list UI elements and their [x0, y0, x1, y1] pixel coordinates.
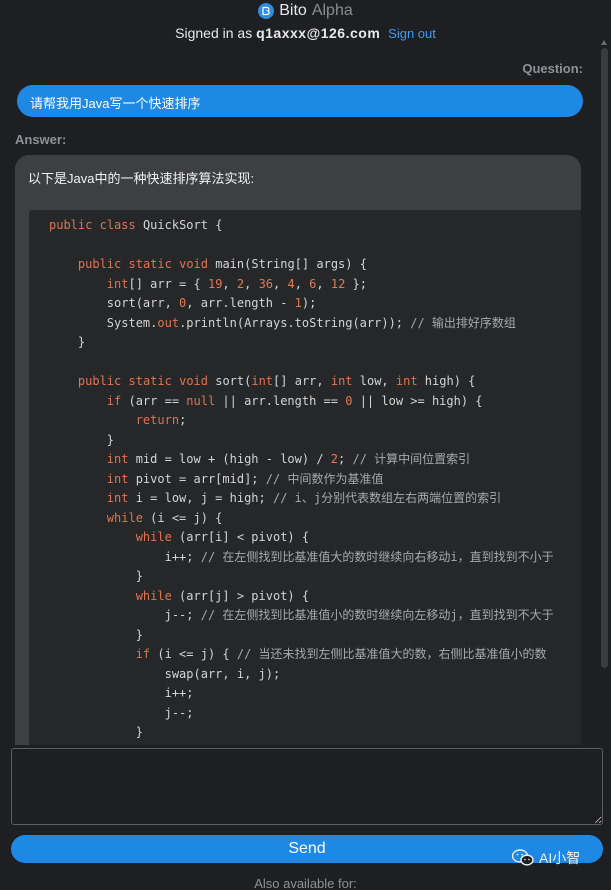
- sign-out-link[interactable]: Sign out: [388, 26, 436, 41]
- code-line: }: [49, 627, 143, 642]
- scrollbar-thumb[interactable]: [601, 48, 608, 668]
- question-label: Question:: [522, 61, 583, 76]
- brand: Bito Alpha: [0, 2, 611, 20]
- code-line: while (arr[i] < pivot) {: [135, 530, 310, 544]
- answer-panel: 以下是Java中的一种快速排序算法实现: public class QuickS…: [15, 155, 581, 745]
- code-line: sort(arr, 0, arr.length - 1);: [49, 296, 317, 310]
- bito-logo-icon: [258, 3, 275, 19]
- code-line: }: [49, 335, 86, 349]
- code-line: int[] arr = { 19, 2, 36, 4, 6, 12 };: [106, 276, 367, 291]
- code-line: swap(arr, i, j);: [49, 666, 281, 681]
- scrollbar[interactable]: [599, 40, 608, 740]
- code-line: i++;: [49, 686, 194, 700]
- code-line: System.out.println(Arrays.toString(arr))…: [49, 315, 516, 330]
- code-line: }: [49, 432, 115, 447]
- header: Bito Alpha Signed in as q1axxx@126.com S…: [0, 0, 611, 50]
- signed-in-line: Signed in as q1axxx@126.com Sign out: [0, 25, 611, 41]
- code-line: while (arr[j] > pivot) {: [135, 588, 310, 603]
- code-line: i++; // 在左侧找到比基准值大的数时继续向右移动i，直到找到不小于: [49, 549, 554, 564]
- watermark-text: AI小智: [539, 850, 581, 866]
- code-line: }: [49, 725, 143, 739]
- prompt-input[interactable]: [11, 748, 603, 825]
- code-line: public static void main(String[] args) {: [77, 257, 367, 271]
- code-line: return;: [135, 413, 187, 427]
- watermark: AI小智: [512, 848, 580, 868]
- bito-chat-window: Bito Alpha Signed in as q1axxx@126.com S…: [0, 0, 611, 890]
- code-line: if (i <= j) { // 当还未找到左侧比基准值大的数，右侧比基准值小的…: [135, 647, 547, 661]
- code-line: public class QuickSort {: [49, 218, 223, 232]
- code-line: j--; // 在左侧找到比基准值小的数时继续向左移动j，直到找到不大于: [49, 608, 554, 622]
- question-bubble: 请帮我用Java写一个快速排序: [17, 85, 583, 117]
- answer-label: Answer:: [15, 132, 67, 147]
- code-line: int mid = low + (high - low) / 2; // 计算中…: [106, 452, 471, 466]
- code-line: }: [49, 569, 143, 583]
- code-line: int i = low, j = high; // i、j分别代表数组左右两端位…: [106, 491, 502, 505]
- user-email: q1axxx@126.com: [256, 25, 381, 41]
- code-line: while (i <= j) {: [106, 510, 223, 525]
- brand-name: Bito: [279, 2, 307, 19]
- answer-intro: 以下是Java中的一种快速排序算法实现:: [28, 171, 255, 186]
- code-block: public class QuickSort { public static v…: [29, 210, 581, 745]
- code-line: if (arr == null || arr.length == 0 || lo…: [106, 393, 483, 408]
- code-line: int pivot = arr[mid]; // 中间数作为基准值: [106, 471, 384, 486]
- code-line: j--;: [49, 705, 194, 720]
- signed-in-prefix: Signed in as: [175, 25, 253, 41]
- also-available-text: Also available for:: [254, 876, 357, 890]
- scroll-up-arrow-icon[interactable]: [601, 40, 607, 45]
- wechat-icon: [512, 849, 534, 866]
- code-line: public static void sort(int[] arr, int l…: [77, 374, 476, 388]
- brand-tag: Alpha: [311, 2, 353, 19]
